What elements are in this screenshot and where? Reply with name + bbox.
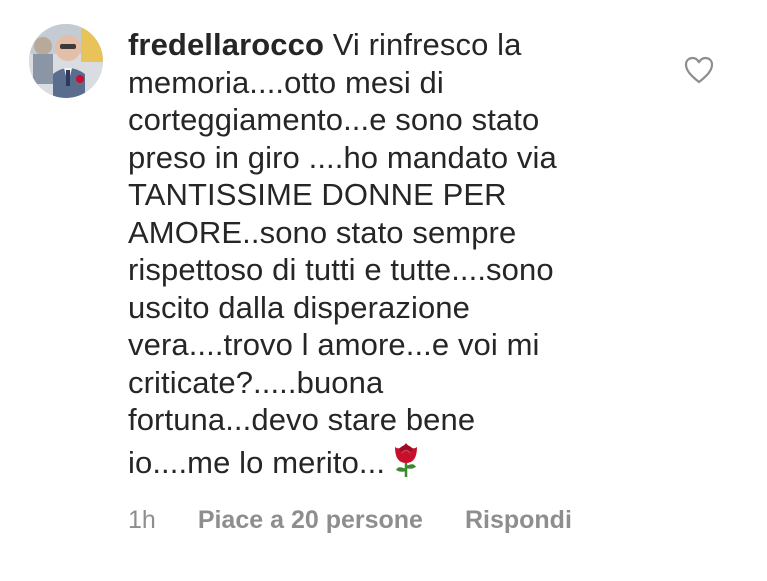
rose-icon: [395, 442, 418, 477]
comment-text: Vi rinfresco la memoria....otto mesi di …: [128, 27, 557, 480]
avatar-image: [29, 24, 103, 98]
likes-link[interactable]: Piace a 20 persone: [198, 506, 423, 535]
reply-button[interactable]: Rispondi: [465, 506, 572, 535]
username-link[interactable]: fredellarocco: [128, 27, 324, 62]
timestamp: 1h: [128, 506, 156, 534]
heart-outline-icon[interactable]: [684, 56, 714, 84]
comment-body: fredellarocco Vi rinfresco la memoria...…: [128, 26, 648, 481]
avatar[interactable]: [29, 24, 103, 98]
comment: fredellarocco Vi rinfresco la memoria...…: [0, 0, 767, 581]
comment-meta: 1h Piace a 20 persone Rispondi: [128, 506, 572, 535]
